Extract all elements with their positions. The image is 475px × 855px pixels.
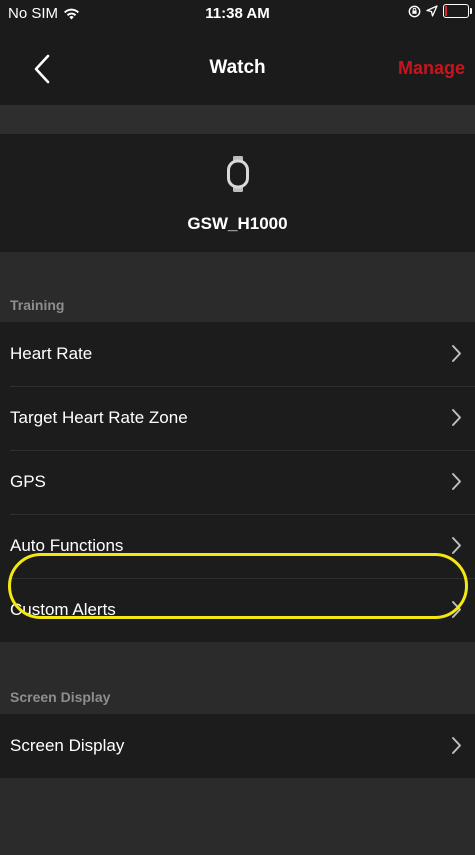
list-item-gps[interactable]: GPS bbox=[0, 450, 475, 514]
list-item-label: Auto Functions bbox=[10, 536, 124, 555]
screen-display-list: Screen Display bbox=[0, 714, 475, 778]
list-item-heart-rate[interactable]: Heart Rate bbox=[0, 322, 475, 386]
chevron-right-icon bbox=[452, 737, 461, 754]
status-right bbox=[408, 4, 472, 18]
section-header-training: Training bbox=[10, 297, 65, 313]
chevron-right-icon bbox=[452, 601, 461, 618]
list-item-label: Screen Display bbox=[10, 736, 125, 755]
device-card bbox=[0, 134, 475, 252]
list-item-label: Custom Alerts bbox=[10, 600, 116, 619]
list-item-auto-functions[interactable]: Auto Functions bbox=[0, 514, 475, 578]
chevron-right-icon bbox=[452, 345, 461, 362]
chevron-right-icon bbox=[452, 473, 461, 490]
list-item-target-heart-rate-zone[interactable]: Target Heart Rate Zone bbox=[0, 386, 475, 450]
section-header-screen-display: Screen Display bbox=[10, 689, 111, 705]
location-arrow-icon bbox=[426, 5, 438, 17]
navigation-bar: Watch Manage bbox=[0, 30, 475, 105]
status-time: 11:38 AM bbox=[205, 5, 270, 22]
list-item-custom-alerts[interactable]: Custom Alerts bbox=[0, 578, 475, 642]
chevron-right-icon bbox=[452, 409, 461, 426]
watch-icon bbox=[227, 156, 249, 192]
device-name: GSW_H1000 bbox=[187, 214, 288, 233]
list-item-label: GPS bbox=[10, 472, 46, 491]
list-item-label: Target Heart Rate Zone bbox=[10, 408, 188, 427]
orientation-lock-icon bbox=[408, 5, 421, 17]
status-bar: No SIM 11:38 AM bbox=[0, 0, 475, 30]
battery-icon bbox=[443, 4, 472, 18]
battery-level bbox=[445, 6, 447, 16]
chevron-right-icon bbox=[452, 537, 461, 554]
manage-button[interactable]: Manage bbox=[398, 58, 465, 79]
training-list: Heart Rate Target Heart Rate Zone GPS Au… bbox=[0, 322, 475, 642]
list-item-screen-display[interactable]: Screen Display bbox=[0, 714, 475, 778]
spacer-band bbox=[0, 105, 475, 134]
list-item-label: Heart Rate bbox=[10, 344, 93, 363]
